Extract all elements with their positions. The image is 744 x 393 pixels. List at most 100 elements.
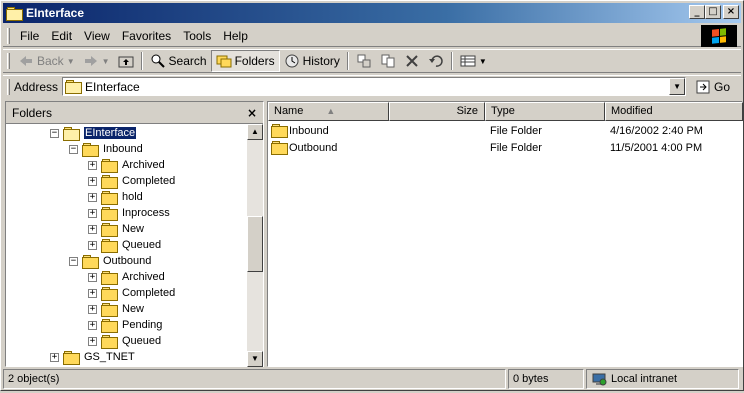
folder-icon [82, 254, 99, 269]
close-button[interactable]: × [723, 5, 739, 19]
window-title: EInterface [26, 6, 85, 20]
menu-help[interactable]: Help [217, 27, 254, 45]
column-header-modified[interactable]: Modified [605, 102, 743, 121]
tree-item-label: Completed [122, 287, 176, 299]
tree-item-label: Outbound [103, 255, 152, 267]
collapse-icon[interactable]: − [69, 144, 78, 154]
expand-icon[interactable]: + [50, 352, 59, 362]
expand-icon[interactable]: + [88, 160, 97, 170]
expand-icon[interactable]: + [88, 288, 97, 298]
tree-item-label: hold [122, 191, 143, 203]
delete-button[interactable] [400, 50, 424, 72]
list-item[interactable]: Inbound File Folder 4/16/2002 2:40 PM [268, 123, 742, 139]
address-bar: Address EInterface ▼ Go [3, 75, 741, 97]
tree-item[interactable]: + Queued [88, 333, 161, 349]
go-button[interactable]: Go [696, 79, 730, 95]
vertical-scrollbar[interactable]: ▲ ▼ [247, 124, 263, 367]
folder-icon [271, 124, 288, 138]
expand-icon[interactable]: + [88, 192, 97, 202]
folder-icon [101, 270, 118, 285]
status-zone-label: Local intranet [611, 373, 678, 385]
tree-item[interactable]: + Archived [88, 157, 165, 173]
delete-x-icon [404, 53, 420, 69]
expand-icon[interactable]: + [88, 208, 97, 218]
expand-icon[interactable]: + [88, 240, 97, 250]
expand-icon[interactable]: + [88, 336, 97, 346]
scroll-thumb[interactable] [247, 216, 263, 272]
folder-icon [101, 286, 118, 301]
chevron-down-icon: ▼ [478, 56, 487, 66]
tree-item[interactable]: + GS_TNET [50, 349, 135, 365]
back-button[interactable]: Back ▼ [14, 50, 79, 72]
address-input[interactable]: EInterface ▼ [62, 77, 687, 96]
folder-icon [101, 158, 118, 173]
folder-icon [63, 350, 80, 365]
menu-tools[interactable]: Tools [177, 27, 217, 45]
grip-handle[interactable] [7, 27, 10, 44]
chevron-down-icon: ▼ [101, 56, 110, 66]
collapse-icon[interactable]: − [50, 128, 59, 138]
minimize-button[interactable]: _ [689, 5, 705, 19]
folder-icon [101, 318, 118, 333]
grip-handle[interactable] [7, 53, 10, 69]
close-icon[interactable]: × [247, 106, 257, 120]
separator [346, 52, 349, 70]
folders-button[interactable]: Folders [210, 50, 280, 72]
tree-item[interactable]: + Pending [88, 317, 162, 333]
search-button[interactable]: Search [146, 50, 211, 72]
column-header-type[interactable]: Type [485, 102, 605, 121]
folders-pane-title: Folders [12, 105, 53, 120]
address-value: EInterface [85, 79, 140, 94]
expand-icon[interactable]: + [88, 224, 97, 234]
menu-favorites[interactable]: Favorites [116, 27, 177, 45]
menu-view[interactable]: View [78, 27, 116, 45]
forward-button[interactable]: ▼ [79, 50, 114, 72]
tree-item[interactable]: + Queued [88, 237, 161, 253]
expand-icon[interactable]: + [88, 272, 97, 282]
tree-item[interactable]: + Inprocess [88, 205, 170, 221]
folder-icon [101, 302, 118, 317]
tree-item-label: New [122, 223, 145, 235]
column-header-size[interactable]: Size [389, 102, 485, 121]
search-label: Search [168, 54, 207, 68]
tree-item[interactable]: − Outbound [69, 253, 151, 269]
expand-icon[interactable]: + [88, 176, 97, 186]
copy-to-button[interactable] [376, 50, 400, 72]
title-bar[interactable]: EInterface _ □ × [3, 3, 741, 23]
folder-icon [6, 6, 23, 21]
list-item-name: Outbound [289, 142, 338, 154]
tree-item[interactable]: + New [88, 301, 144, 317]
folder-icon [82, 142, 99, 157]
tree-item[interactable]: + hold [88, 189, 143, 205]
file-list-pane: Name ▲ Size Type Modified Inbound File Fo… [267, 101, 743, 367]
menu-file[interactable]: File [14, 27, 45, 45]
column-header-name[interactable]: Name ▲ [268, 102, 389, 121]
list-item-name: Inbound [289, 125, 329, 137]
tree-item[interactable]: + Completed [88, 285, 175, 301]
undo-icon [428, 53, 444, 69]
collapse-icon[interactable]: − [69, 256, 78, 266]
menu-edit[interactable]: Edit [45, 27, 78, 45]
tree-item[interactable]: + Completed [88, 173, 175, 189]
up-folder-button[interactable] [114, 50, 138, 72]
history-button[interactable]: History [280, 50, 344, 72]
scroll-down-button[interactable]: ▼ [247, 351, 263, 367]
undo-button[interactable] [424, 50, 448, 72]
expand-icon[interactable]: + [88, 320, 97, 330]
tree-item[interactable]: − EInterface [50, 125, 138, 141]
tree-item[interactable]: − Inbound [69, 141, 143, 157]
list-item[interactable]: Outbound File Folder 11/5/2001 4:00 PM [268, 140, 742, 156]
go-arrow-icon [696, 79, 712, 95]
maximize-button[interactable]: □ [705, 5, 721, 19]
tree-item[interactable]: + Archived [88, 269, 165, 285]
move-to-button[interactable] [352, 50, 376, 72]
address-dropdown-button[interactable]: ▼ [669, 78, 686, 95]
folder-icon [101, 174, 118, 189]
grip-handle[interactable] [7, 78, 10, 95]
views-button[interactable]: ▼ [456, 50, 491, 72]
expand-icon[interactable]: + [88, 304, 97, 314]
tree-item[interactable]: + New [88, 221, 144, 237]
tree-item-label: Inprocess [122, 207, 170, 219]
scroll-up-button[interactable]: ▲ [247, 124, 263, 140]
back-label: Back [37, 54, 64, 68]
